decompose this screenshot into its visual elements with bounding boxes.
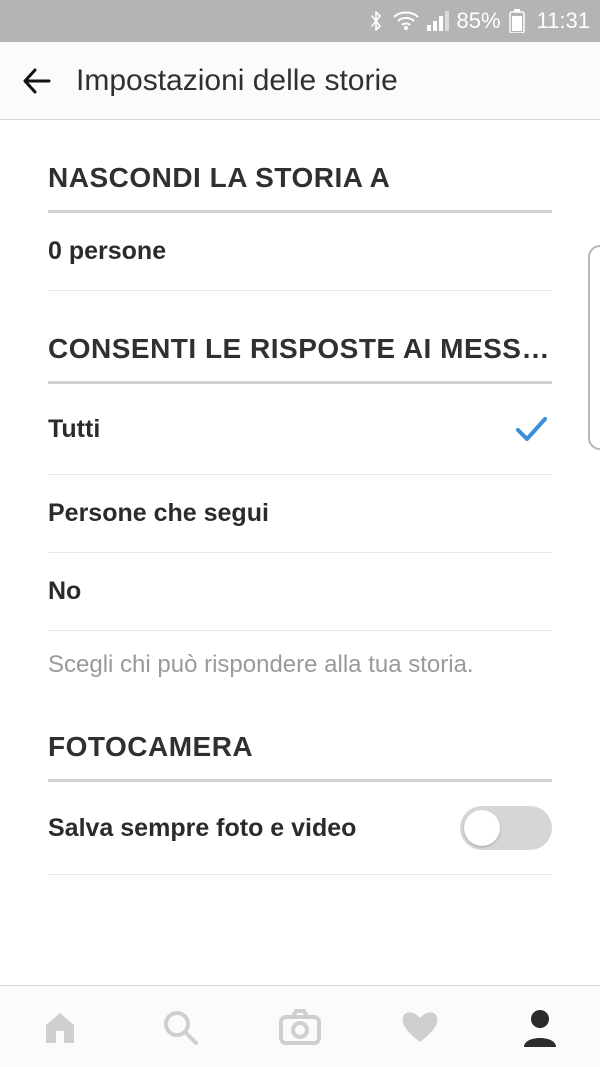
status-clock: 11:31 (537, 8, 590, 34)
replies-option-following-label: Persone che segui (48, 499, 269, 528)
nav-profile[interactable] (512, 999, 568, 1055)
back-button[interactable] (18, 63, 54, 99)
replies-helper-text: Scegli chi può rispondere alla tua stori… (48, 631, 552, 689)
signal-icon (427, 11, 449, 31)
hide-story-people-label: 0 persone (48, 237, 166, 266)
toggle-knob (464, 810, 500, 846)
section-camera-title: FOTOCAMERA (48, 689, 552, 782)
page-title: Impostazioni delle storie (76, 64, 398, 98)
wifi-icon (393, 11, 419, 31)
replies-option-following[interactable]: Persone che segui (48, 475, 552, 553)
nav-activity[interactable] (392, 999, 448, 1055)
status-bar: 85% 11:31 (0, 0, 600, 42)
replies-option-everyone-label: Tutti (48, 415, 100, 444)
scroll-indicator (588, 245, 600, 450)
bottom-nav (0, 985, 600, 1067)
replies-option-off[interactable]: No (48, 553, 552, 631)
save-media-label: Salva sempre foto e video (48, 814, 356, 843)
bluetooth-icon (367, 9, 385, 33)
save-media-toggle[interactable] (460, 806, 552, 850)
replies-option-everyone[interactable]: Tutti (48, 384, 552, 475)
hide-story-people-row[interactable]: 0 persone (48, 213, 552, 291)
settings-scroll[interactable]: NASCONDI LA STORIA A 0 persone CONSENTI … (0, 120, 600, 985)
section-allow-replies-title: CONSENTI LE RISPOSTE AI MESSA… (48, 291, 552, 384)
battery-percent: 85% (457, 8, 501, 34)
nav-home[interactable] (32, 999, 88, 1055)
nav-search[interactable] (152, 999, 208, 1055)
save-media-row[interactable]: Salva sempre foto e video (48, 782, 552, 875)
checkmark-icon (510, 408, 552, 450)
replies-option-off-label: No (48, 577, 81, 606)
section-hide-story-title: NASCONDI LA STORIA A (48, 120, 552, 213)
app-header: Impostazioni delle storie (0, 42, 600, 120)
battery-icon (509, 9, 525, 33)
nav-camera[interactable] (272, 999, 328, 1055)
